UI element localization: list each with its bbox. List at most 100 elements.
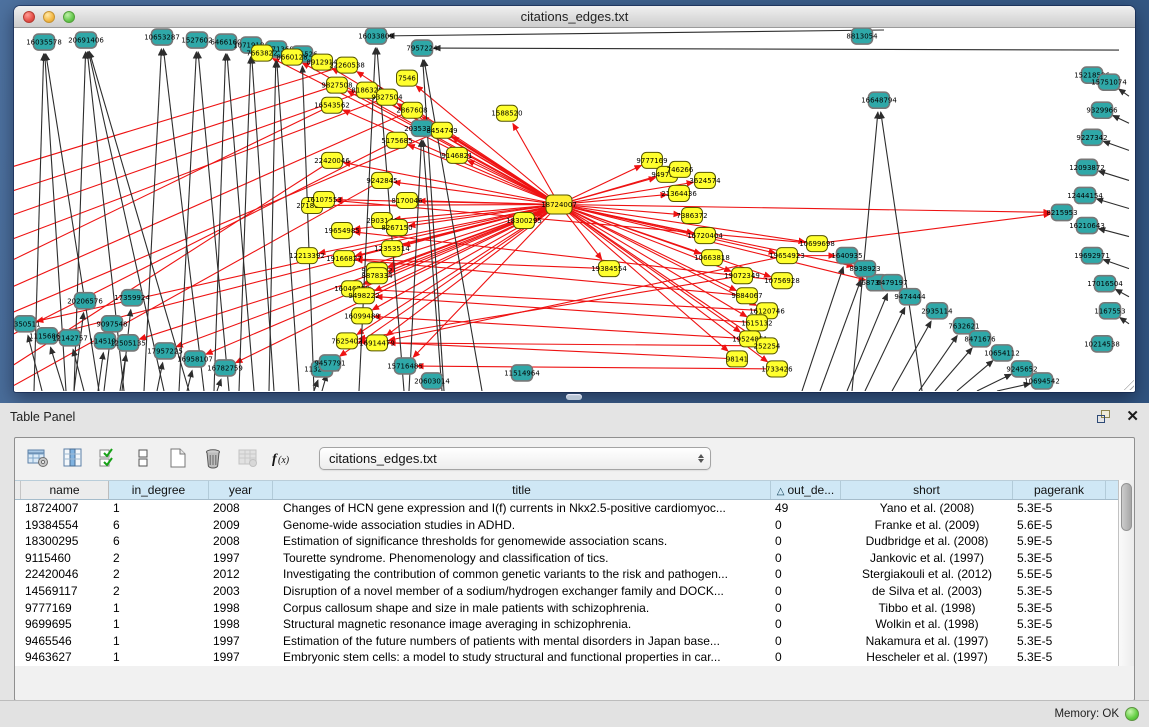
cell-name[interactable]: 9465546 — [21, 633, 109, 650]
close-window-button[interactable] — [23, 11, 35, 23]
table-row[interactable]: 911546021997Tourette syndrome. Phenomeno… — [15, 550, 1118, 567]
table-row[interactable]: 2242004622012Investigating the contribut… — [15, 566, 1118, 583]
table-row[interactable]: 946554611997Estimation of the future num… — [15, 633, 1118, 650]
table-column-button[interactable] — [60, 445, 86, 471]
cell-short[interactable]: de Silva et al. (2003) — [841, 583, 1013, 600]
cell-name[interactable]: 9777169 — [21, 600, 109, 617]
cell-title[interactable]: Disruption of a novel member of a sodium… — [273, 583, 771, 600]
cell-short[interactable]: Tibbo et al. (1998) — [841, 600, 1013, 617]
cell-short[interactable]: Yano et al. (2008) — [841, 500, 1013, 517]
cell-year[interactable]: 1997 — [209, 550, 273, 567]
table-row[interactable]: 977716911998Corpus callosum shape and si… — [15, 600, 1118, 617]
column-header-title[interactable]: title — [273, 481, 771, 499]
cell-name[interactable]: 9699695 — [21, 616, 109, 633]
cell-year[interactable]: 2008 — [209, 500, 273, 517]
cell-year[interactable]: 2012 — [209, 566, 273, 583]
cell-indeg[interactable]: 1 — [109, 616, 209, 633]
cell-year[interactable]: 1998 — [209, 616, 273, 633]
table-row[interactable]: 969969511998Structural magnetic resonanc… — [15, 616, 1118, 633]
row-cells-button[interactable] — [130, 445, 156, 471]
cell-pr[interactable]: 5.3E-5 — [1013, 600, 1106, 617]
column-header-name[interactable]: name — [21, 481, 109, 499]
column-checks-button[interactable] — [95, 445, 121, 471]
column-header-year[interactable]: year — [209, 481, 273, 499]
network-canvas[interactable]: 1872400716035578206914061065328715276026… — [14, 28, 1135, 391]
cell-indeg[interactable]: 1 — [109, 633, 209, 650]
new-document-button[interactable] — [165, 445, 191, 471]
close-panel-icon[interactable]: ✕ — [1126, 410, 1139, 424]
cell-indeg[interactable]: 2 — [109, 566, 209, 583]
cell-pr[interactable]: 5.3E-5 — [1013, 583, 1106, 600]
cell-out[interactable]: 0 — [771, 616, 841, 633]
cell-short[interactable]: Hescheler et al. (1997) — [841, 649, 1013, 666]
cell-out[interactable]: 49 — [771, 500, 841, 517]
cell-title[interactable]: Corpus callosum shape and size in male p… — [273, 600, 771, 617]
table-row[interactable]: 1830029562008Estimation of significance … — [15, 533, 1118, 550]
cell-year[interactable]: 2008 — [209, 533, 273, 550]
cell-name[interactable]: 14569117 — [21, 583, 109, 600]
cell-short[interactable]: Nakamura et al. (1997) — [841, 633, 1013, 650]
cell-pr[interactable]: 5.3E-5 — [1013, 616, 1106, 633]
cell-short[interactable]: Jankovic et al. (1997) — [841, 550, 1013, 567]
cell-name[interactable]: 19384554 — [21, 517, 109, 534]
column-header-in-degree[interactable]: in_degree — [109, 481, 209, 499]
import-table-disabled-button[interactable] — [235, 445, 261, 471]
cell-pr[interactable]: 5.5E-5 — [1013, 566, 1106, 583]
cell-out[interactable]: 0 — [771, 550, 841, 567]
cell-out[interactable]: 0 — [771, 583, 841, 600]
cell-out[interactable]: 0 — [771, 649, 841, 666]
minimize-window-button[interactable] — [43, 11, 55, 23]
cell-indeg[interactable]: 6 — [109, 517, 209, 534]
column-header-out-de-[interactable]: △out_de... — [771, 481, 841, 499]
cell-year[interactable]: 2003 — [209, 583, 273, 600]
cell-pr[interactable]: 5.3E-5 — [1013, 633, 1106, 650]
float-panel-icon[interactable] — [1097, 410, 1112, 424]
cell-year[interactable]: 2009 — [209, 517, 273, 534]
table-scrollbar-thumb[interactable] — [1121, 483, 1132, 531]
cell-title[interactable]: Tourette syndrome. Phenomenology and cla… — [273, 550, 771, 567]
cell-title[interactable]: Investigating the contribution of common… — [273, 566, 771, 583]
table-row[interactable]: 1456911722003Disruption of a novel membe… — [15, 583, 1118, 600]
cell-indeg[interactable]: 2 — [109, 550, 209, 567]
cell-pr[interactable]: 5.9E-5 — [1013, 533, 1106, 550]
cell-short[interactable]: Dudbridge et al. (2008) — [841, 533, 1013, 550]
cell-indeg[interactable]: 1 — [109, 649, 209, 666]
cell-name[interactable]: 18724007 — [21, 500, 109, 517]
cell-out[interactable]: 0 — [771, 533, 841, 550]
cell-title[interactable]: Embryonic stem cells: a model to study s… — [273, 649, 771, 666]
cell-year[interactable]: 1997 — [209, 633, 273, 650]
cell-pr[interactable]: 5.3E-5 — [1013, 500, 1106, 517]
cell-indeg[interactable]: 1 — [109, 600, 209, 617]
table-scrollbar[interactable] — [1118, 480, 1134, 666]
cell-out[interactable]: 0 — [771, 633, 841, 650]
cell-title[interactable]: Estimation of the future numbers of pati… — [273, 633, 771, 650]
cell-year[interactable]: 1998 — [209, 600, 273, 617]
function-fx-button[interactable]: f(x) — [270, 445, 296, 471]
cell-name[interactable]: 22420046 — [21, 566, 109, 583]
cell-indeg[interactable]: 6 — [109, 533, 209, 550]
cell-out[interactable]: 0 — [771, 566, 841, 583]
cell-out[interactable]: 0 — [771, 517, 841, 534]
network-window-titlebar[interactable]: citations_edges.txt — [14, 6, 1135, 28]
cell-indeg[interactable]: 2 — [109, 583, 209, 600]
cell-name[interactable]: 18300295 — [21, 533, 109, 550]
column-header-pagerank[interactable]: pagerank — [1013, 481, 1106, 499]
cell-out[interactable]: 0 — [771, 600, 841, 617]
table-settings-button[interactable] — [25, 445, 51, 471]
cell-pr[interactable]: 5.3E-5 — [1013, 649, 1106, 666]
cell-year[interactable]: 1997 — [209, 649, 273, 666]
cell-title[interactable]: Structural magnetic resonance image aver… — [273, 616, 771, 633]
cell-title[interactable]: Estimation of significance thresholds fo… — [273, 533, 771, 550]
table-row[interactable]: 1938455462009Genome-wide association stu… — [15, 517, 1118, 534]
zoom-window-button[interactable] — [63, 11, 75, 23]
cell-pr[interactable]: 5.6E-5 — [1013, 517, 1106, 534]
table-row[interactable]: 946362711997Embryonic stem cells: a mode… — [15, 649, 1118, 666]
cell-title[interactable]: Genome-wide association studies in ADHD. — [273, 517, 771, 534]
cell-short[interactable]: Wolkin et al. (1998) — [841, 616, 1013, 633]
cell-indeg[interactable]: 1 — [109, 500, 209, 517]
cell-short[interactable]: Franke et al. (2009) — [841, 517, 1013, 534]
cell-short[interactable]: Stergiakouli et al. (2012) — [841, 566, 1013, 583]
cell-name[interactable]: 9463627 — [21, 649, 109, 666]
cell-name[interactable]: 9115460 — [21, 550, 109, 567]
table-selector-dropdown[interactable]: citations_edges.txt — [319, 447, 711, 470]
